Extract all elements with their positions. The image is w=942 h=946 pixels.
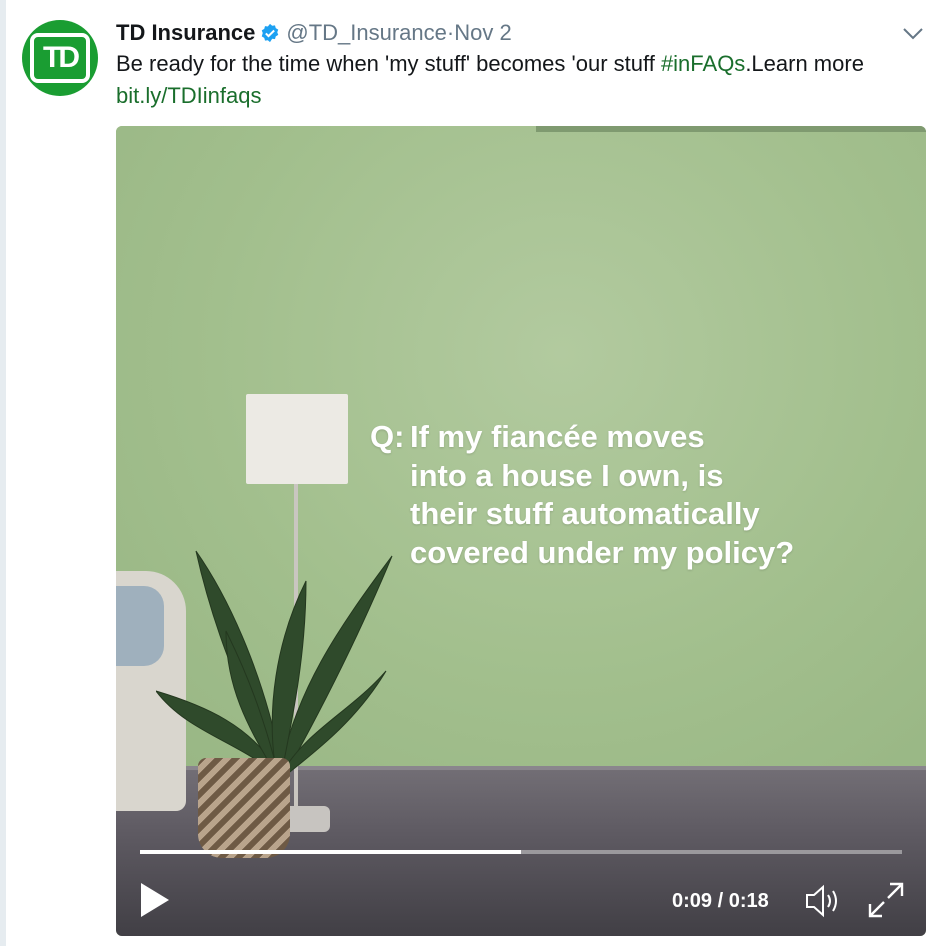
avatar[interactable]: TD — [22, 20, 98, 96]
verified-badge-icon — [262, 23, 279, 43]
caption-line-3: their stuff automatically — [410, 496, 760, 531]
video-progress-bar[interactable] — [140, 850, 902, 854]
time-separator: / — [717, 890, 724, 912]
video-frame-lamp-shade — [246, 394, 348, 484]
hashtag-link[interactable]: #inFAQs — [661, 51, 745, 76]
volume-icon[interactable] — [804, 884, 842, 918]
video-frame-pot — [198, 758, 290, 858]
timestamp[interactable]: ·Nov 2 — [447, 20, 512, 46]
play-icon[interactable] — [138, 880, 172, 920]
caption-line-2: into a house I own, is — [410, 457, 724, 493]
duration: 0:18 — [728, 890, 769, 912]
chevron-down-icon[interactable] — [902, 24, 924, 42]
tweet-body: Be ready for the time when 'my stuff' be… — [116, 51, 661, 76]
video-frame-edge — [536, 126, 926, 132]
caption-line-4: covered under my policy? — [410, 534, 795, 570]
caption-prefix: Q: — [370, 419, 405, 454]
video-time: 0:09 / 0:18 — [672, 890, 769, 913]
caption-line-1: Q: If my fiancée moves — [370, 418, 890, 457]
timeline-border — [0, 0, 6, 946]
video-progress-fill — [140, 850, 521, 854]
video-caption: Q: If my fiancée moves into a house I own… — [370, 418, 890, 572]
tweet-body-end: .Learn more — [745, 51, 864, 76]
fullscreen-icon[interactable] — [866, 880, 906, 920]
tweet-text: Be ready for the time when 'my stuff' be… — [116, 48, 926, 112]
td-logo: TD — [30, 33, 90, 83]
url-link[interactable]: bit.ly/TDIinfaqs — [116, 83, 262, 108]
video-player[interactable]: Q: If my fiancée moves into a house I own… — [116, 126, 926, 936]
tweet-header: TD Insurance @TD_Insurance ·Nov 2 — [116, 18, 512, 48]
handle[interactable]: @TD_Insurance — [286, 20, 447, 46]
current-time: 0:09 — [672, 890, 713, 912]
display-name[interactable]: TD Insurance — [116, 20, 255, 46]
